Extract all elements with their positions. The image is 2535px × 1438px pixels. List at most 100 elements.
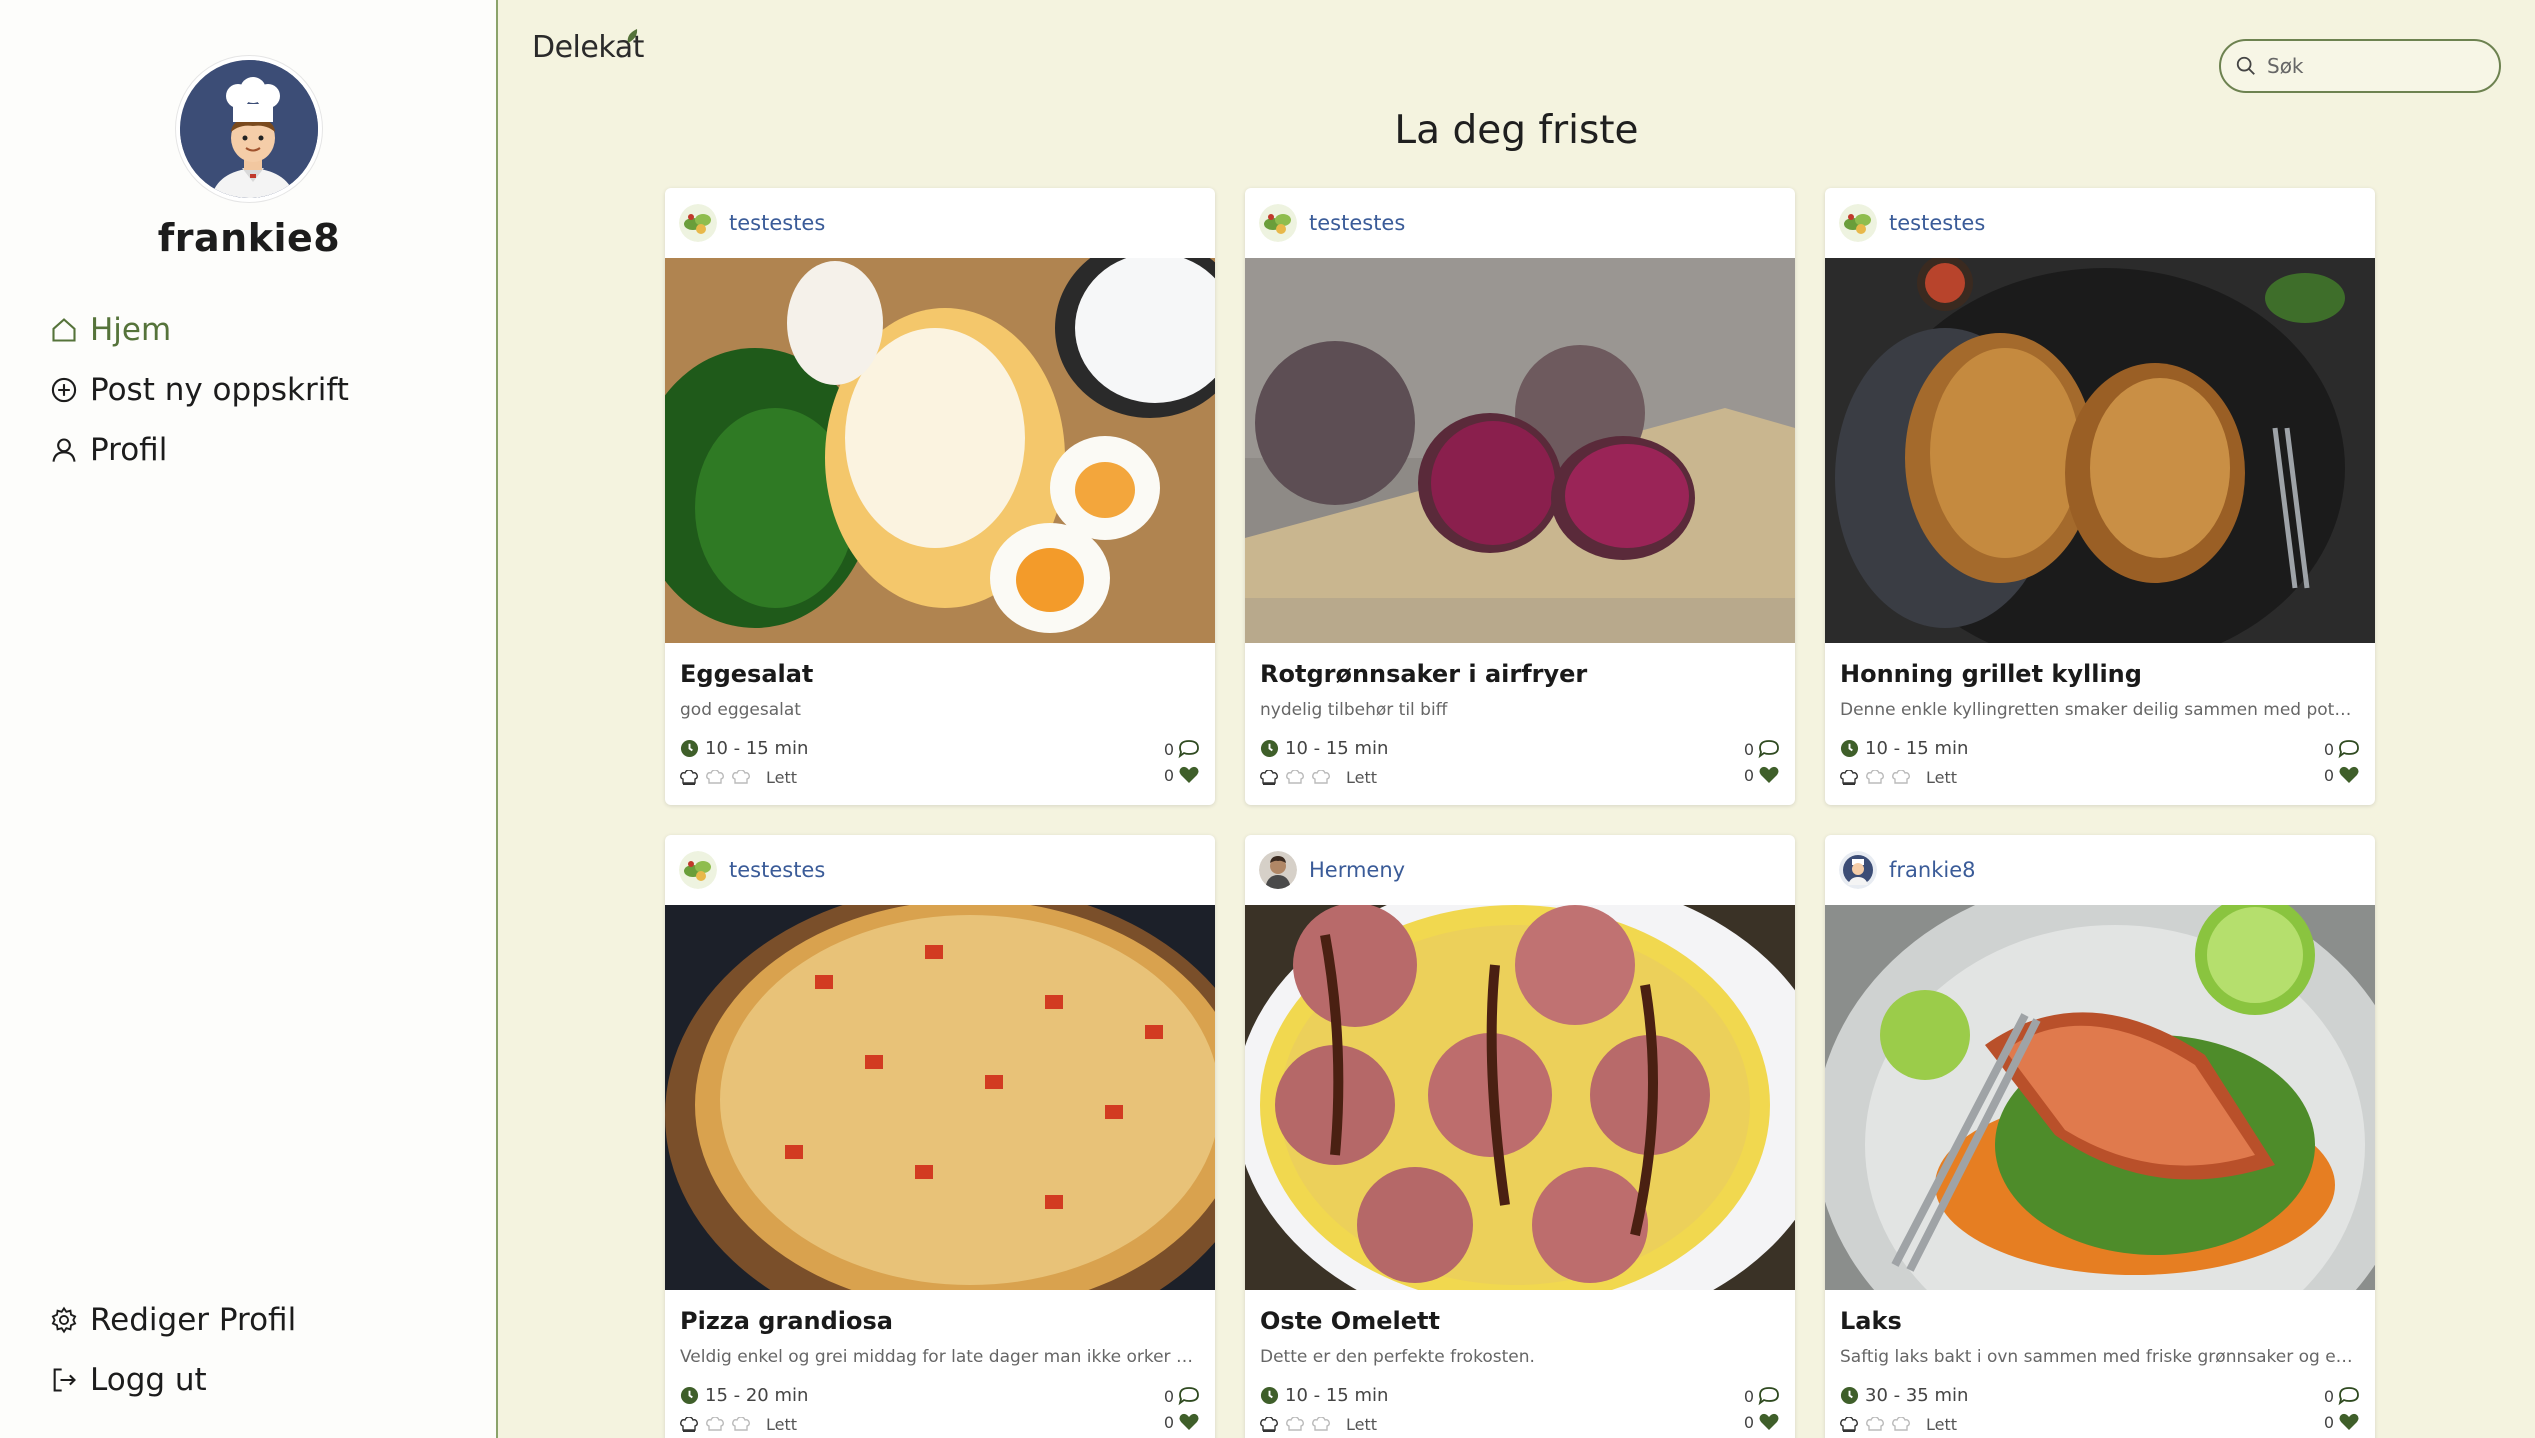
comment-icon	[1178, 1387, 1199, 1406]
recipe-difficulty: Lett	[1840, 768, 1957, 787]
recipe-image[interactable]	[1245, 905, 1795, 1290]
recipe-image[interactable]	[665, 258, 1215, 643]
chef-hat-icon	[732, 769, 750, 784]
card-header: testestes	[665, 188, 1215, 258]
page-title: La deg friste	[1394, 108, 1639, 153]
recipe-image[interactable]	[1245, 258, 1795, 643]
difficulty-label: Lett	[766, 768, 798, 787]
like-count[interactable]: 0	[1744, 1409, 1780, 1435]
chef-hat-icon	[732, 1416, 750, 1431]
recipe-card[interactable]: testestes Pizza grandiosa Veldig enkel o…	[665, 835, 1215, 1438]
clock-icon	[1260, 1386, 1279, 1405]
author-name[interactable]: testestes	[1889, 211, 1985, 235]
author-name[interactable]: frankie8	[1889, 858, 1975, 882]
author-avatar[interactable]	[1259, 851, 1297, 889]
comment-count[interactable]: 0	[1164, 736, 1200, 762]
heart-icon	[2339, 766, 2359, 783]
recipe-time: 10 - 15 min	[680, 738, 808, 759]
author-name[interactable]: testestes	[1309, 211, 1405, 235]
nav-item-logout[interactable]: Logg ut	[50, 1350, 296, 1410]
recipe-card[interactable]: testestes Rotgrønnsaker i airfryer nydel…	[1245, 188, 1795, 805]
chef-hat-icon	[1286, 1416, 1304, 1431]
clock-icon	[1260, 739, 1279, 758]
search-box[interactable]	[2219, 39, 2501, 93]
recipe-title[interactable]: Honning grillet kylling	[1840, 660, 2142, 688]
recipe-card[interactable]: frankie8 Laks Saftig laks bakt i ovn sam…	[1825, 835, 2375, 1438]
recipe-difficulty: Lett	[680, 768, 797, 787]
like-count[interactable]: 0	[1164, 762, 1200, 788]
recipe-difficulty: Lett	[1260, 1415, 1377, 1434]
card-header: Hermeny	[1245, 835, 1795, 905]
author-name[interactable]: Hermeny	[1309, 858, 1405, 882]
author-avatar[interactable]	[1839, 204, 1877, 242]
recipe-title[interactable]: Rotgrønnsaker i airfryer	[1260, 660, 1587, 688]
recipe-time: 30 - 35 min	[1840, 1385, 1968, 1406]
difficulty-label: Lett	[1346, 1415, 1378, 1434]
recipe-image[interactable]	[1825, 258, 2375, 643]
like-count[interactable]: 0	[1164, 1409, 1200, 1435]
search-icon	[2236, 56, 2255, 75]
recipe-card[interactable]: testestes Honning grillet kylling Denne …	[1825, 188, 2375, 805]
recipe-stats: 0 0	[2324, 736, 2360, 788]
recipe-title[interactable]: Laks	[1840, 1307, 1902, 1335]
comment-count[interactable]: 0	[2324, 1383, 2360, 1409]
clock-icon	[1840, 1386, 1859, 1405]
comment-count[interactable]: 0	[2324, 736, 2360, 762]
recipe-image[interactable]	[665, 905, 1215, 1290]
nav-item-home[interactable]: Hjem	[50, 300, 349, 360]
recipe-card[interactable]: testestes Eggesalat god eggesalat 10 - 1…	[665, 188, 1215, 805]
heart-icon	[1759, 1413, 1779, 1430]
recipe-description: Denne enkle kyllingretten smaker deilig …	[1840, 700, 2360, 720]
chef-hat-icon	[1312, 1416, 1330, 1431]
clock-icon	[1840, 739, 1859, 758]
comment-count-value: 0	[1743, 739, 1754, 759]
difficulty-label: Lett	[1346, 768, 1378, 787]
nav-item-label: Rediger Profil	[90, 1302, 297, 1338]
comment-count-value: 0	[2323, 1386, 2334, 1406]
leaf-icon	[627, 29, 638, 43]
comment-icon	[1758, 740, 1779, 759]
like-count[interactable]: 0	[2324, 762, 2360, 788]
like-count-value: 0	[1163, 765, 1174, 785]
comment-count[interactable]: 0	[1164, 1383, 1200, 1409]
recipe-time: 15 - 20 min	[680, 1385, 808, 1406]
recipe-time: 10 - 15 min	[1260, 1385, 1388, 1406]
profile-username: frankie8	[157, 216, 341, 260]
chef-hat-icon	[680, 769, 698, 785]
chef-hat-icon	[706, 769, 724, 784]
recipe-card[interactable]: Hermeny Oste Omelett Dette er den perfek…	[1245, 835, 1795, 1438]
nav-item-profile[interactable]: Profil	[50, 420, 349, 480]
author-avatar[interactable]	[1259, 204, 1297, 242]
chef-hat-icon	[1840, 1416, 1858, 1432]
gear-icon	[51, 1306, 77, 1334]
like-count[interactable]: 0	[2324, 1409, 2360, 1435]
author-name[interactable]: testestes	[729, 858, 825, 882]
clock-icon	[680, 739, 699, 758]
nav-item-edit-profile[interactable]: Rediger Profil	[50, 1290, 296, 1350]
author-avatar[interactable]	[679, 851, 717, 889]
recipe-title[interactable]: Oste Omelett	[1260, 1307, 1440, 1335]
recipe-title[interactable]: Eggesalat	[680, 660, 813, 688]
sidebar: frankie8 Hjem Post ny oppskrift Profil R…	[0, 0, 498, 1438]
difficulty-label: Lett	[1926, 1415, 1958, 1434]
like-count[interactable]: 0	[1744, 762, 1780, 788]
card-header: testestes	[1825, 188, 2375, 258]
nav-item-post-recipe[interactable]: Post ny oppskrift	[50, 360, 349, 420]
author-avatar[interactable]	[679, 204, 717, 242]
like-count-value: 0	[2323, 1412, 2334, 1432]
profile-avatar[interactable]	[176, 56, 322, 202]
comment-count[interactable]: 0	[1744, 736, 1780, 762]
recipe-image[interactable]	[1825, 905, 2375, 1290]
comment-icon	[1178, 740, 1199, 759]
recipe-title[interactable]: Pizza grandiosa	[680, 1307, 893, 1335]
comment-icon	[2338, 740, 2359, 759]
recipe-time-label: 10 - 15 min	[1865, 738, 1969, 759]
recipe-stats: 0 0	[1744, 1383, 1780, 1435]
sidebar-bottom-nav: Rediger Profil Logg ut	[50, 1290, 296, 1410]
comment-count[interactable]: 0	[1744, 1383, 1780, 1409]
search-input[interactable]	[2267, 54, 2487, 78]
comment-count-value: 0	[1163, 739, 1174, 759]
recipe-description: nydelig tilbehør til biff	[1260, 700, 1448, 720]
author-avatar[interactable]	[1839, 851, 1877, 889]
author-name[interactable]: testestes	[729, 211, 825, 235]
